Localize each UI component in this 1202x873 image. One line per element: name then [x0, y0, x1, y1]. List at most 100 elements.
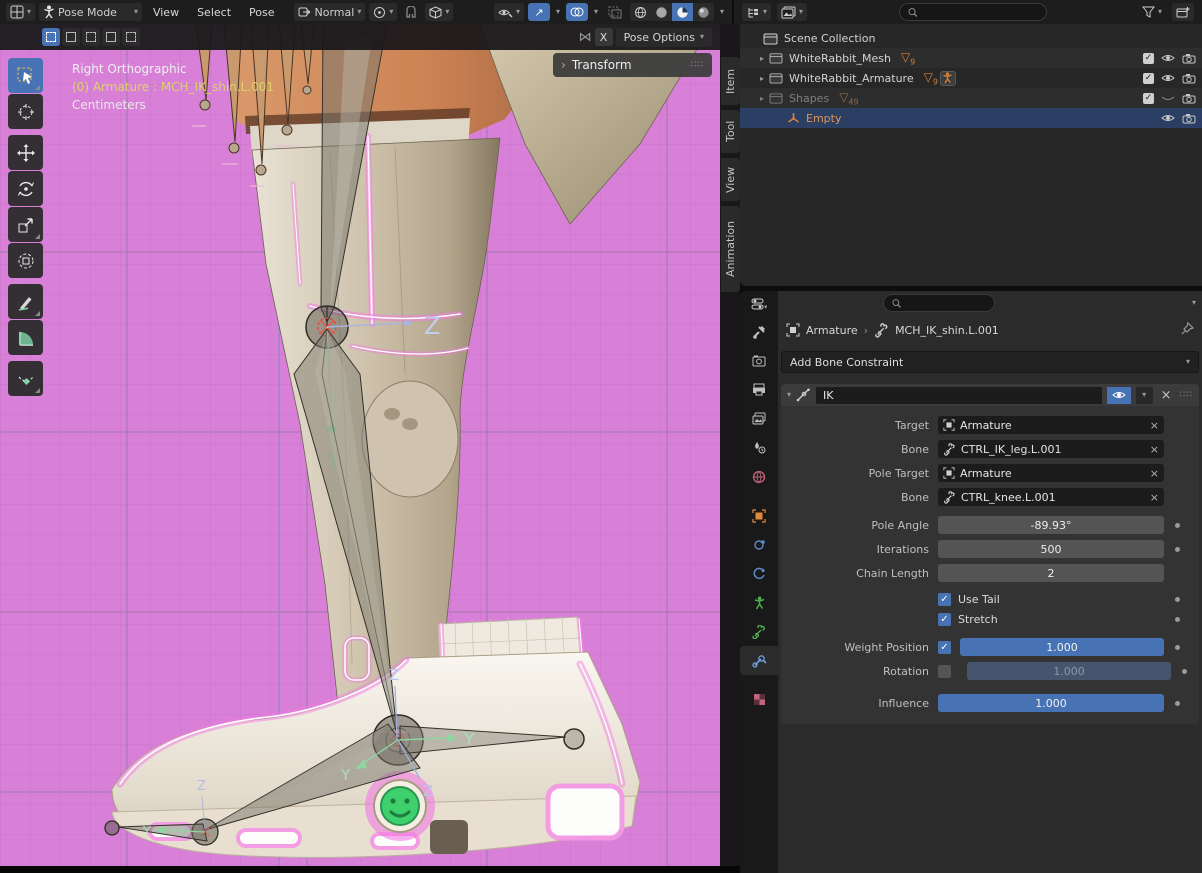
target-bone-field[interactable]: CTRL_IK_leg.L.001 × — [938, 440, 1164, 458]
pole-angle-field[interactable]: -89.93° — [938, 516, 1164, 534]
editor-type-button[interactable]: ▾ — [6, 3, 35, 21]
constraint-name-field[interactable]: IK — [816, 387, 1102, 404]
select-set-button[interactable] — [42, 28, 60, 46]
influence-slider[interactable]: 1.000 — [938, 694, 1164, 712]
constraint-delete-button[interactable]: × — [1158, 388, 1175, 403]
clear-icon[interactable]: × — [1150, 467, 1159, 480]
constraint-extras-dropdown[interactable]: ▾ — [1136, 387, 1153, 404]
properties-editor-type-button[interactable]: ▾ — [740, 291, 778, 317]
tab-tool-props[interactable] — [740, 317, 778, 346]
shading-dropdown[interactable]: ▾ — [718, 3, 726, 21]
tool-transform[interactable] — [8, 243, 43, 278]
pin-icon[interactable] — [1181, 322, 1194, 338]
use-tail-checkbox[interactable]: ✓ — [938, 593, 951, 606]
outliner-search[interactable] — [899, 3, 1047, 21]
select-invert-button[interactable] — [102, 28, 120, 46]
breadcrumb-object[interactable]: Armature — [806, 324, 858, 337]
tab-object-data[interactable] — [740, 588, 778, 617]
tool-measure[interactable] — [8, 320, 43, 355]
clear-icon[interactable]: × — [1150, 443, 1159, 456]
camera-visibility-icon[interactable] — [1182, 93, 1196, 104]
menu-view[interactable]: View — [146, 3, 186, 21]
outliner-row-empty[interactable]: Empty — [740, 108, 1202, 128]
stretch-checkbox[interactable]: ✓ — [938, 613, 951, 626]
select-subtract-button[interactable] — [82, 28, 100, 46]
tab-view[interactable]: View — [721, 158, 740, 201]
collection-checkbox[interactable]: ✓ — [1143, 93, 1154, 104]
weight-position-slider[interactable]: 1.000 — [960, 638, 1164, 656]
show-gizmos-toggle[interactable]: ↗ — [528, 3, 550, 21]
camera-visibility-icon[interactable] — [1182, 53, 1196, 64]
collection-checkbox[interactable]: ✓ — [1143, 53, 1154, 64]
tab-item[interactable]: Item — [721, 57, 740, 105]
menu-select[interactable]: Select — [190, 3, 238, 21]
snap-toggle[interactable] — [401, 3, 421, 21]
shading-rendered-button[interactable] — [693, 3, 714, 21]
clear-icon[interactable]: × — [1150, 491, 1159, 504]
decorator-dot[interactable] — [1175, 597, 1180, 602]
menu-pose[interactable]: Pose — [242, 3, 281, 21]
camera-visibility-icon[interactable] — [1182, 73, 1196, 84]
constraint-panel-header[interactable]: ▾ IK ▾ × ∷∷ — [781, 384, 1199, 406]
rotation-checkbox[interactable] — [938, 665, 951, 678]
decorator-dot[interactable] — [1175, 617, 1180, 622]
outliner-row-scene-collection[interactable]: Scene Collection — [740, 28, 1202, 48]
gizmos-dropdown[interactable]: ▾ — [554, 3, 562, 21]
xray-toggle[interactable] — [604, 3, 626, 21]
decorator-dot[interactable] — [1175, 523, 1180, 528]
decorator-dot[interactable] — [1182, 669, 1187, 674]
tab-object[interactable] — [740, 501, 778, 530]
tab-bone-constraints[interactable] — [740, 646, 778, 675]
pole-bone-field[interactable]: CTRL_knee.L.001 × — [938, 488, 1164, 506]
outliner-editor-type-button[interactable]: ▾ — [742, 3, 771, 21]
tab-texture[interactable] — [740, 685, 778, 714]
tab-physics[interactable] — [740, 530, 778, 559]
tool-cursor[interactable] — [8, 94, 43, 129]
rotation-slider[interactable]: 1.000 — [967, 662, 1171, 680]
target-field[interactable]: Armature × — [938, 416, 1164, 434]
transform-panel-header[interactable]: › Transform ∷∷ — [553, 53, 712, 77]
select-extend-button[interactable] — [62, 28, 80, 46]
eye-closed-icon[interactable] — [1161, 93, 1175, 103]
eye-icon[interactable] — [1161, 73, 1175, 83]
iterations-field[interactable]: 500 — [938, 540, 1164, 558]
eye-icon[interactable] — [1161, 113, 1175, 123]
pole-target-field[interactable]: Armature × — [938, 464, 1164, 482]
tool-pose-breakdowner[interactable] — [8, 361, 43, 396]
show-overlays-toggle[interactable] — [566, 3, 588, 21]
decorator-dot[interactable] — [1175, 547, 1180, 552]
tab-tool[interactable]: Tool — [721, 110, 740, 153]
decorator-dot[interactable] — [1175, 701, 1180, 706]
tab-view-layer[interactable] — [740, 404, 778, 433]
orientation-dropdown[interactable]: Normal ▾ — [294, 3, 366, 21]
decorator-dot[interactable] — [1175, 645, 1180, 650]
viewport-3d[interactable]: Z Y — [0, 24, 720, 866]
snap-target-dropdown[interactable]: ▾ — [425, 3, 453, 21]
toe-tip-circle[interactable] — [105, 821, 119, 835]
tool-scale[interactable] — [8, 207, 43, 242]
shading-wireframe-button[interactable] — [630, 3, 651, 21]
tab-world[interactable] — [740, 462, 778, 491]
tab-object-constraints[interactable] — [740, 559, 778, 588]
shading-material-button[interactable] — [672, 3, 693, 21]
camera-visibility-icon[interactable] — [1182, 113, 1196, 124]
tab-render[interactable] — [740, 346, 778, 375]
collapse-chevron-icon[interactable]: ▾ — [787, 391, 791, 399]
tool-annotate[interactable] — [8, 284, 43, 319]
chain-length-field[interactable]: 2 — [938, 564, 1164, 582]
tab-bone[interactable] — [740, 617, 778, 646]
overlays-dropdown[interactable]: ▾ — [592, 3, 600, 21]
pose-options-dropdown[interactable]: Pose Options ▾ — [616, 28, 712, 47]
mirror-x-toggle[interactable]: X — [595, 28, 613, 46]
outliner-row-mesh[interactable]: ▸ WhiteRabbit_Mesh ▽9 ✓ — [740, 48, 1202, 68]
shading-solid-button[interactable] — [651, 3, 672, 21]
new-collection-button[interactable] — [1172, 3, 1194, 21]
visibility-dropdown[interactable]: ▾ — [494, 3, 524, 21]
properties-options-dropdown[interactable]: ▾ — [1192, 299, 1196, 307]
outliner-row-armature[interactable]: ▸ WhiteRabbit_Armature ▽9 ✓ — [740, 68, 1202, 88]
select-intersect-button[interactable] — [122, 28, 140, 46]
collection-checkbox[interactable]: ✓ — [1143, 73, 1154, 84]
constraint-enable-eye-button[interactable] — [1107, 387, 1131, 404]
heel-circle-bone[interactable] — [564, 729, 584, 749]
outliner-filter-button[interactable]: ▾ — [1138, 3, 1166, 21]
